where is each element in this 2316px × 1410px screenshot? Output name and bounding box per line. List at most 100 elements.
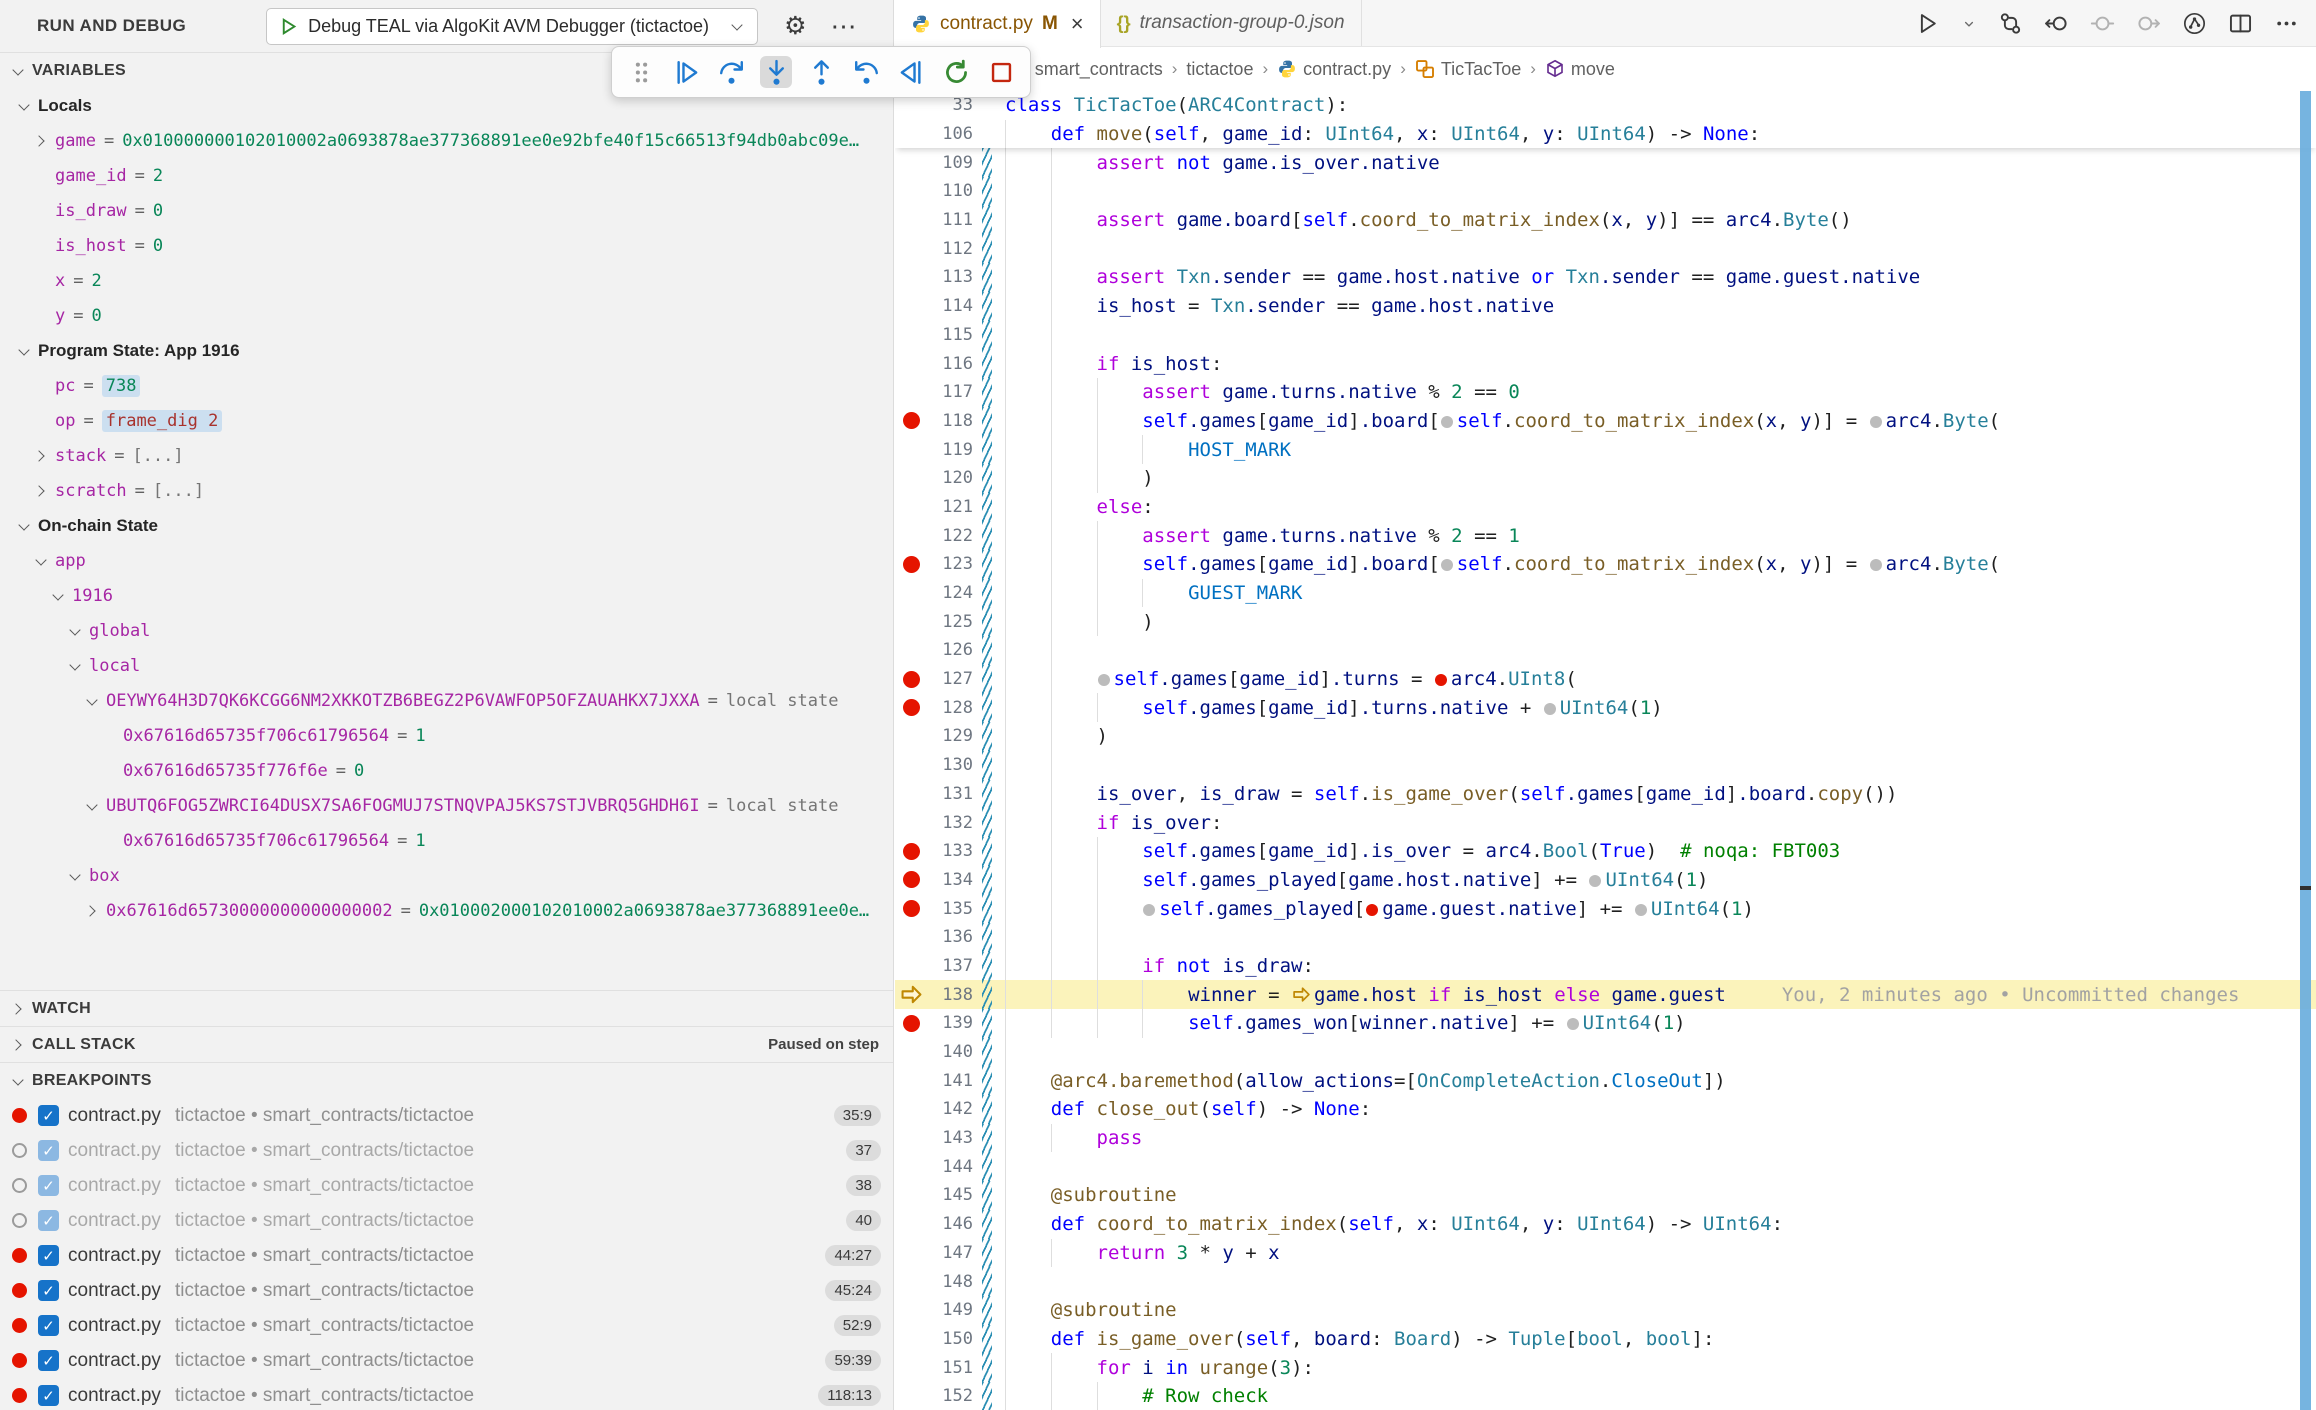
breakpoint-gutter[interactable] — [895, 671, 927, 688]
variable-row[interactable]: is_host=0 — [0, 228, 893, 263]
inline-breakpoint-candidate-icon[interactable] — [1635, 904, 1647, 916]
previous-change-icon[interactable] — [2043, 10, 2070, 37]
breakpoint-gutter[interactable] — [895, 556, 927, 573]
breakpoint-row[interactable]: ✓contract.pytictactoe • smart_contracts/… — [0, 1378, 893, 1410]
inline-breakpoint-candidate-icon[interactable] — [1870, 559, 1882, 571]
inline-breakpoint-candidate-icon[interactable] — [1544, 703, 1556, 715]
breadcrumb-item-contract.py[interactable]: contract.py — [1277, 59, 1391, 80]
variable-row[interactable]: game_id=2 — [0, 158, 893, 193]
step-over-button[interactable] — [715, 56, 747, 88]
variable-row[interactable]: box — [0, 858, 893, 893]
breakpoint-row[interactable]: ✓contract.pytictactoe • smart_contracts/… — [0, 1308, 893, 1343]
breakpoint-checkbox[interactable]: ✓ — [38, 1280, 59, 1301]
breakpoint-gutter[interactable] — [895, 1015, 927, 1032]
run-icon[interactable] — [1914, 10, 1941, 37]
breakpoint-checkbox[interactable]: ✓ — [38, 1175, 59, 1196]
variable-row[interactable]: 0x67616d65735f776f6e=0 — [0, 753, 893, 788]
step-back-button[interactable] — [850, 56, 882, 88]
breadcrumb-item-TicTacToe[interactable]: TicTacToe — [1415, 59, 1521, 80]
inline-breakpoint-candidate-icon[interactable] — [1589, 875, 1601, 887]
stop-button[interactable] — [985, 56, 1017, 88]
variable-row[interactable]: app — [0, 543, 893, 578]
breakpoint-checkbox[interactable]: ✓ — [38, 1385, 59, 1406]
inline-breakpoint-candidate-icon[interactable] — [1441, 416, 1453, 428]
breakpoint-gutter[interactable] — [895, 412, 927, 429]
breakpoint-row[interactable]: ✓contract.pytictactoe • smart_contracts/… — [0, 1203, 893, 1238]
chevron-down-icon[interactable] — [16, 343, 32, 359]
watch-section-header[interactable]: WATCH — [0, 990, 893, 1026]
chevron-down-icon[interactable] — [50, 588, 66, 604]
breadcrumb-item-smart_contracts[interactable]: smart_contracts — [1035, 59, 1163, 80]
inline-breakpoint-candidate-icon[interactable] — [1143, 904, 1155, 916]
tab-contract.py[interactable]: contract.pyM× — [895, 0, 1101, 48]
variable-row[interactable]: pc=738 — [0, 368, 893, 403]
breakpoint-gutter[interactable] — [895, 900, 927, 917]
gripper-button[interactable] — [625, 56, 657, 88]
breakpoint-row[interactable]: ✓contract.pytictactoe • smart_contracts/… — [0, 1238, 893, 1273]
breakpoint-checkbox[interactable]: ✓ — [38, 1350, 59, 1371]
breakpoint-row[interactable]: ✓contract.pytictactoe • smart_contracts/… — [0, 1343, 893, 1378]
reverse-continue-button[interactable] — [895, 56, 927, 88]
debug-config-dropdown[interactable]: Debug TEAL via AlgoKit AVM Debugger (tic… — [266, 8, 758, 45]
chevron-down-icon[interactable] — [1960, 15, 1978, 33]
breadcrumb-item-move[interactable]: move — [1545, 59, 1615, 80]
timeline-icon[interactable] — [2181, 10, 2208, 37]
next-change-icon[interactable] — [2135, 10, 2162, 37]
variable-row[interactable]: op=frame_dig 2 — [0, 403, 893, 438]
variable-row[interactable]: scratch=[...] — [0, 473, 893, 508]
breakpoint-row[interactable]: ✓contract.pytictactoe • smart_contracts/… — [0, 1098, 893, 1133]
gear-icon[interactable]: ⚙ — [784, 14, 806, 39]
inline-breakpoint-candidate-icon[interactable] — [1870, 416, 1882, 428]
variable-row[interactable]: local — [0, 648, 893, 683]
chevron-down-icon[interactable] — [67, 623, 83, 639]
breakpoint-checkbox[interactable]: ✓ — [38, 1105, 59, 1126]
breakpoint-icon[interactable] — [903, 412, 920, 429]
split-editor-icon[interactable] — [2227, 10, 2254, 37]
breadcrumb-item-tictactoe[interactable]: tictactoe — [1186, 59, 1253, 80]
chevron-down-icon[interactable] — [16, 98, 32, 114]
more-icon[interactable] — [2273, 10, 2300, 37]
call-stack-section-header[interactable]: CALL STACK Paused on step — [0, 1026, 893, 1062]
variable-row[interactable]: 0x67616d65730000000000000002=0x010002000… — [0, 893, 893, 928]
variable-row[interactable]: stack=[...] — [0, 438, 893, 473]
variable-row[interactable]: 0x67616d65735f706c61796564=1 — [0, 823, 893, 858]
compare-changes-icon[interactable] — [1997, 10, 2024, 37]
chevron-right-icon[interactable] — [33, 448, 49, 464]
current-change-icon[interactable] — [2089, 10, 2116, 37]
breakpoint-gutter[interactable] — [895, 983, 927, 1006]
breakpoint-icon[interactable] — [903, 671, 920, 688]
scope-row[interactable]: Program State: App 1916 — [0, 333, 893, 368]
variable-row[interactable]: is_draw=0 — [0, 193, 893, 228]
chevron-down-icon[interactable] — [84, 798, 100, 814]
more-actions-icon[interactable]: ⋯ — [831, 20, 858, 33]
breakpoint-gutter[interactable] — [895, 871, 927, 888]
code-editor[interactable]: 33class TicTacToe(ARC4Contract):106def m… — [895, 91, 2316, 1410]
tab-transaction-group-0.json[interactable]: {}transaction-group-0.json — [1101, 0, 1362, 46]
breakpoint-checkbox[interactable]: ✓ — [38, 1315, 59, 1336]
breakpoint-checkbox[interactable]: ✓ — [38, 1210, 59, 1231]
scope-row[interactable]: On-chain State — [0, 508, 893, 543]
variable-row[interactable]: game=0x010000000102010002a0693878ae37736… — [0, 123, 893, 158]
variable-row[interactable]: y=0 — [0, 298, 893, 333]
breakpoint-row[interactable]: ✓contract.pytictactoe • smart_contracts/… — [0, 1168, 893, 1203]
variable-row[interactable]: x=2 — [0, 263, 893, 298]
breakpoint-icon[interactable] — [903, 556, 920, 573]
chevron-down-icon[interactable] — [67, 658, 83, 674]
breakpoint-icon[interactable] — [903, 843, 920, 860]
variable-row[interactable]: OEYWY64H3D7QK6KCGG6NM2XKKOTZB6BEGZ2P6VAW… — [0, 683, 893, 718]
variable-row[interactable]: 1916 — [0, 578, 893, 613]
breakpoint-icon[interactable] — [903, 699, 920, 716]
start-debug-icon[interactable] — [279, 17, 298, 36]
inline-breakpoint-icon[interactable] — [1435, 674, 1447, 686]
breakpoints-section-header[interactable]: BREAKPOINTS — [0, 1062, 893, 1098]
chevron-right-icon[interactable] — [84, 903, 100, 919]
breakpoint-icon[interactable] — [903, 1015, 920, 1032]
step-out-button[interactable] — [805, 56, 837, 88]
breakpoint-gutter[interactable] — [895, 699, 927, 716]
breakpoint-icon[interactable] — [903, 900, 920, 917]
breakpoint-row[interactable]: ✓contract.pytictactoe • smart_contracts/… — [0, 1133, 893, 1168]
chevron-right-icon[interactable] — [33, 133, 49, 149]
breakpoint-gutter[interactable] — [895, 843, 927, 860]
variable-row[interactable]: 0x67616d65735f706c61796564=1 — [0, 718, 893, 753]
chevron-down-icon[interactable] — [67, 868, 83, 884]
